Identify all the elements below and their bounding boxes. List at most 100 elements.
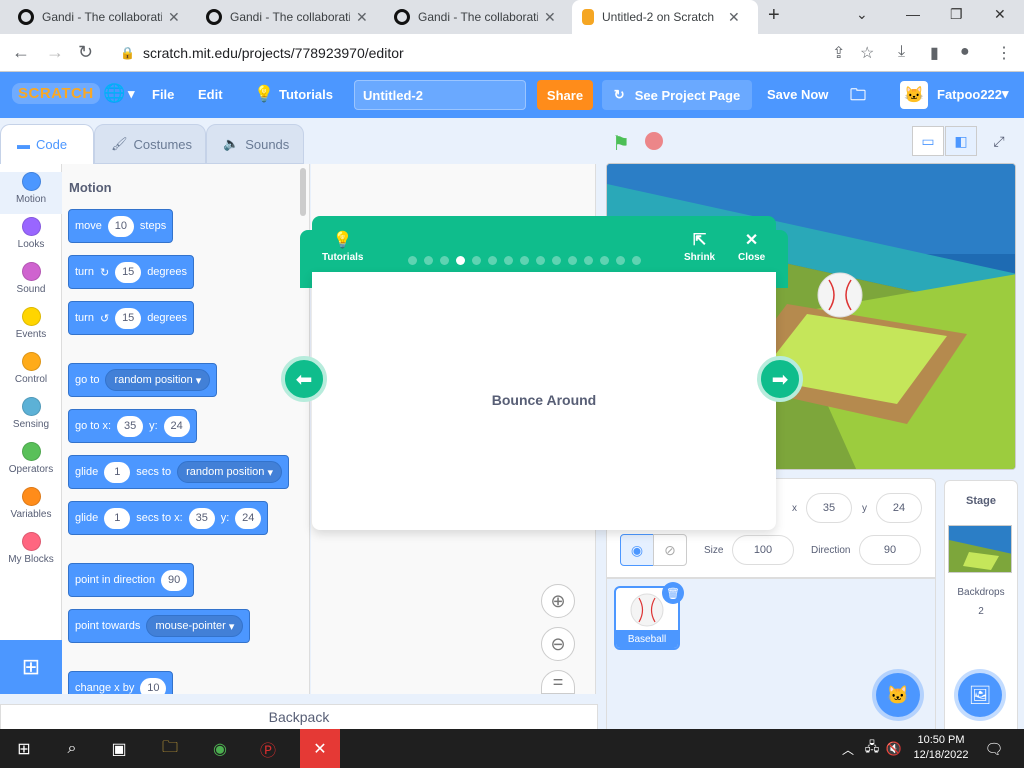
step-dot[interactable] <box>632 256 641 265</box>
back-icon[interactable]: ← <box>12 42 30 63</box>
share-icon[interactable]: ⇪ <box>832 43 845 63</box>
step-dot[interactable] <box>440 256 449 265</box>
block-go-to[interactable]: go to random position ▾ <box>68 363 218 397</box>
new-tab-icon[interactable]: + <box>768 4 780 27</box>
avatar[interactable]: 🐱 <box>900 81 928 109</box>
tab-search-icon[interactable]: ⌄ <box>856 6 868 23</box>
window-close-icon[interactable]: ✕ <box>994 6 1006 23</box>
profile-icon[interactable]: ● <box>960 43 970 61</box>
category-sensing[interactable]: Sensing <box>0 397 62 430</box>
close-icon[interactable]: ✕ <box>728 9 740 26</box>
block-number-input[interactable]: 10 <box>140 677 167 694</box>
choose-sprite-button[interactable]: 🐱 <box>876 673 920 717</box>
zoom-out-icon[interactable]: ⊖ <box>541 627 575 661</box>
file-explorer-icon[interactable]: 🗀 <box>158 737 182 761</box>
show-sprite-button[interactable]: ◉ <box>620 534 654 566</box>
tutorials-menu[interactable]: Tutorials <box>279 87 333 102</box>
task-view-icon[interactable]: ▣ <box>107 737 131 761</box>
x-input[interactable]: 35 <box>806 493 852 523</box>
windows-start-icon[interactable]: ⊞ <box>12 737 36 761</box>
block-point-towards[interactable]: point towards mouse-pointer ▾ <box>68 609 251 643</box>
step-dot[interactable] <box>520 256 529 265</box>
block-dropdown[interactable]: random position ▾ <box>177 461 282 483</box>
step-dot-current[interactable] <box>456 256 465 265</box>
browser-tab[interactable]: Gandi - The collaborati... ✕ <box>8 0 194 34</box>
category-events[interactable]: Events <box>0 307 62 340</box>
hide-sprite-button[interactable]: ⊘ <box>653 534 687 566</box>
category-looks[interactable]: Looks <box>0 217 62 250</box>
direction-input[interactable]: 90 <box>859 535 921 565</box>
close-tutorial-button[interactable]: ✕ Close <box>738 230 765 263</box>
shrink-button[interactable]: ⇱ Shrink <box>684 230 715 263</box>
url-field[interactable]: 🔒 scratch.mit.edu/projects/778923970/edi… <box>110 40 830 66</box>
category-variables[interactable]: Variables <box>0 487 62 520</box>
block-dropdown[interactable]: random position ▾ <box>105 369 211 391</box>
close-icon[interactable]: ✕ <box>168 9 180 26</box>
tutorials-button[interactable]: 💡 Tutorials <box>322 230 363 263</box>
block-number-input[interactable]: 90 <box>161 569 188 591</box>
chevron-down-icon[interactable]: ▾ <box>1002 86 1009 102</box>
browser-tab-active[interactable]: Untitled-2 on Scratch ✕ <box>572 0 758 34</box>
tab-sounds[interactable]: 🔈 Sounds <box>206 124 304 164</box>
clock[interactable]: 10:50 PM 12/18/2022 <box>906 733 976 763</box>
block-number-input[interactable]: 1 <box>104 461 131 483</box>
next-step-button[interactable]: ➡ <box>757 356 803 402</box>
scratch-logo[interactable]: SCRATCH <box>12 83 100 104</box>
project-title-input[interactable] <box>354 80 526 110</box>
step-dot[interactable] <box>584 256 593 265</box>
folder-icon[interactable]: 🗀 <box>850 84 866 111</box>
choose-backdrop-button[interactable]: 🖼 <box>958 673 1002 717</box>
bookmark-star-icon[interactable]: ☆ <box>860 43 874 63</box>
file-menu[interactable]: File <box>152 87 174 102</box>
save-now-button[interactable]: Save Now <box>767 87 828 102</box>
notifications-icon[interactable]: 🗨 <box>982 737 1006 761</box>
step-dot[interactable] <box>568 256 577 265</box>
globe-icon[interactable]: 🌐 <box>103 83 125 104</box>
block-number-input[interactable]: 24 <box>235 507 262 529</box>
stage-thumbnail[interactable] <box>948 525 1012 573</box>
fullscreen-icon[interactable]: ⤢ <box>983 126 1015 156</box>
search-icon[interactable]: ⌕ <box>60 737 84 761</box>
download-icon[interactable]: ⤓ <box>898 43 905 61</box>
stop-icon[interactable] <box>645 132 663 150</box>
block-number-input[interactable]: 15 <box>115 261 142 283</box>
username[interactable]: Fatpoo222 <box>937 87 1002 102</box>
maximize-icon[interactable]: ❐ <box>950 6 963 23</box>
minimize-icon[interactable]: — <box>906 6 920 22</box>
block-glide-to[interactable]: glide 1 secs to random position ▾ <box>68 455 289 489</box>
backpack-bar[interactable]: Backpack <box>0 704 598 730</box>
close-icon[interactable]: ✕ <box>544 9 556 26</box>
block-go-to-xy[interactable]: go to x: 35 y: 24 <box>68 409 197 443</box>
chevron-up-icon[interactable]: ︿ <box>836 737 860 761</box>
side-panel-icon[interactable]: ▮ <box>930 43 939 63</box>
block-glide-xy[interactable]: glide 1 secs to x: 35 y: 24 <box>68 501 269 535</box>
tab-code[interactable]: ▬ Code <box>0 124 94 164</box>
category-my-blocks[interactable]: My Blocks <box>0 532 62 565</box>
step-dot[interactable] <box>488 256 497 265</box>
browser-tab[interactable]: Gandi - The collaborati... ✕ <box>384 0 570 34</box>
share-button[interactable]: Share <box>537 80 593 110</box>
block-dropdown[interactable]: mouse-pointer ▾ <box>146 615 244 637</box>
tab-costumes[interactable]: 🖌 Costumes <box>94 124 206 164</box>
category-operators[interactable]: Operators <box>0 442 62 475</box>
see-project-page-button[interactable]: ↻ See Project Page <box>602 80 752 110</box>
block-number-input[interactable]: 35 <box>188 507 215 529</box>
step-dot[interactable] <box>424 256 433 265</box>
step-dot[interactable] <box>600 256 609 265</box>
network-icon[interactable]: 🖧 <box>860 737 884 761</box>
category-motion[interactable]: Motion <box>0 172 62 214</box>
delete-sprite-button[interactable]: 🗑 <box>662 582 684 604</box>
block-move-steps[interactable]: move 10 steps <box>68 209 174 243</box>
forward-icon[interactable]: → <box>46 42 64 63</box>
reload-icon[interactable]: ↻ <box>78 42 93 63</box>
zoom-in-icon[interactable]: ⊕ <box>541 584 575 618</box>
edit-menu[interactable]: Edit <box>198 87 223 102</box>
previous-step-button[interactable]: ⬅ <box>281 356 327 402</box>
size-input[interactable]: 100 <box>732 535 794 565</box>
block-change-x[interactable]: change x by 10 <box>68 671 174 694</box>
step-dot[interactable] <box>504 256 513 265</box>
step-dot[interactable] <box>472 256 481 265</box>
block-turn-right[interactable]: turn ↻ 15 degrees <box>68 255 194 289</box>
add-extension-button[interactable]: ⊞ <box>0 640 62 694</box>
step-dot[interactable] <box>408 256 417 265</box>
